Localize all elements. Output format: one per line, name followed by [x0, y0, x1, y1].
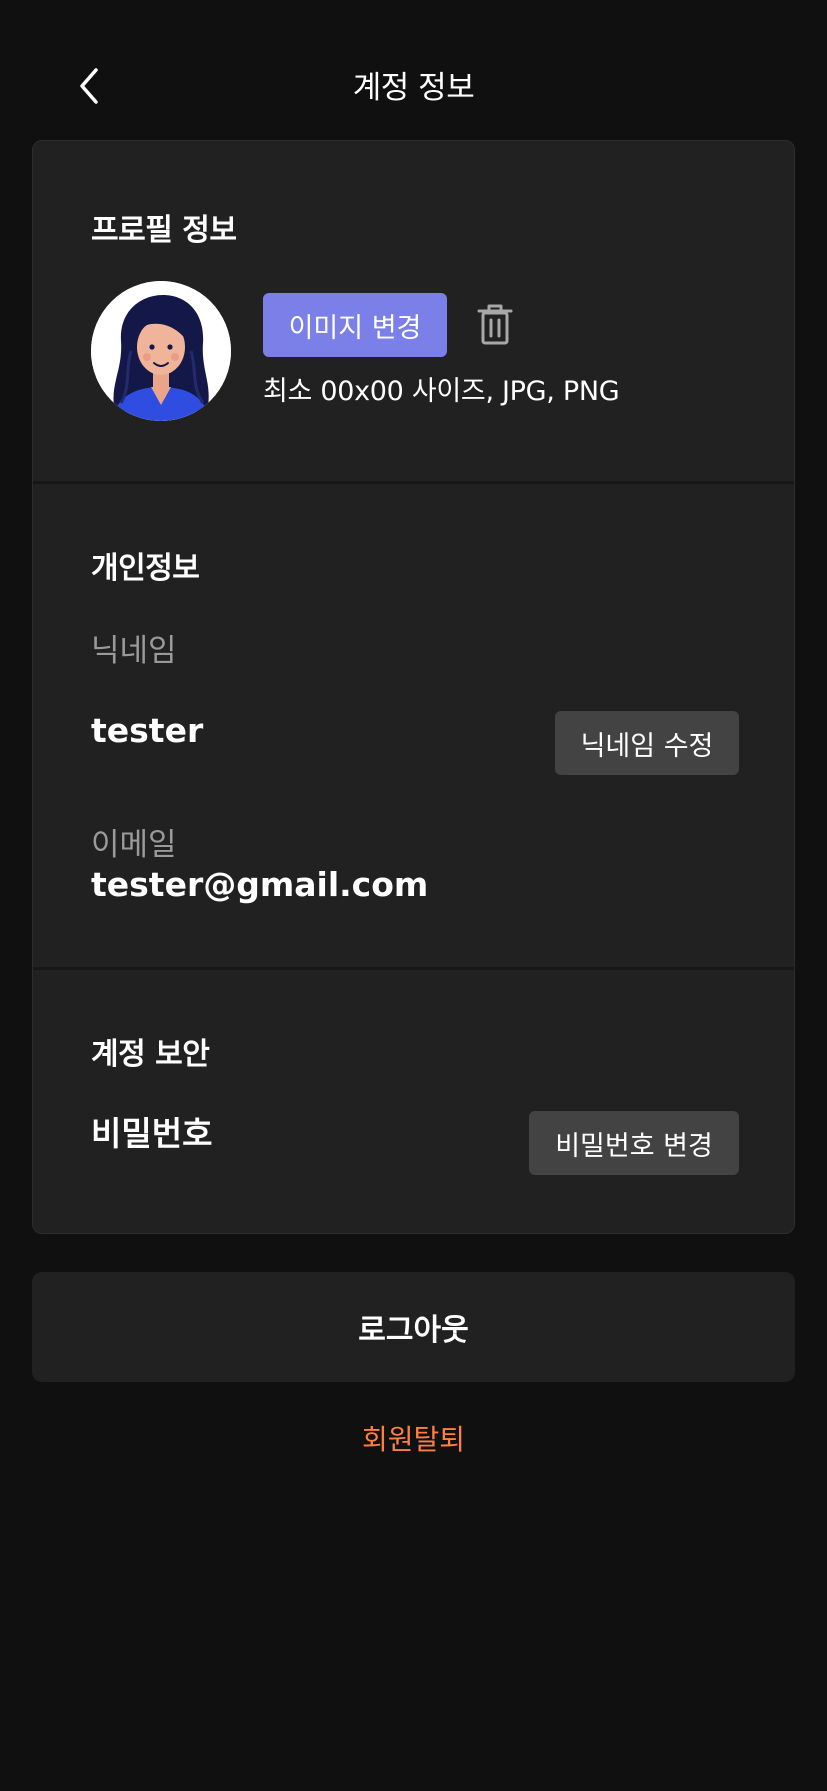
withdraw-link[interactable]: 회원탈퇴: [0, 1418, 827, 1458]
email-value: tester@gmail.com: [91, 865, 429, 904]
edit-nickname-button[interactable]: 닉네임 수정: [555, 711, 739, 775]
personal-section-title: 개인정보: [91, 551, 200, 586]
profile-section-title: 프로필 정보: [91, 213, 237, 248]
change-image-button[interactable]: 이미지 변경: [263, 293, 447, 357]
trash-icon: [477, 304, 513, 345]
password-label: 비밀번호: [91, 1114, 213, 1153]
change-password-button[interactable]: 비밀번호 변경: [529, 1111, 739, 1175]
logout-button[interactable]: 로그아웃: [32, 1272, 795, 1382]
top-bar: 계정 정보: [0, 0, 827, 140]
nickname-value: tester: [91, 711, 204, 750]
security-section-title: 계정 보안: [91, 1037, 210, 1072]
avatar: [91, 281, 231, 421]
section-divider: [33, 481, 794, 484]
delete-image-button[interactable]: [473, 301, 517, 349]
email-label: 이메일: [91, 827, 177, 863]
page-title: 계정 정보: [352, 70, 475, 106]
account-info-card: 프로필 정보 이미지 변경 최소 00x00 사이즈, JPG, PNG 개인정…: [32, 140, 795, 1234]
nickname-label: 닉네임: [91, 633, 177, 669]
image-size-hint: 최소 00x00 사이즈, JPG, PNG: [263, 376, 620, 407]
section-divider: [33, 967, 794, 970]
avatar-illustration: [91, 281, 231, 421]
